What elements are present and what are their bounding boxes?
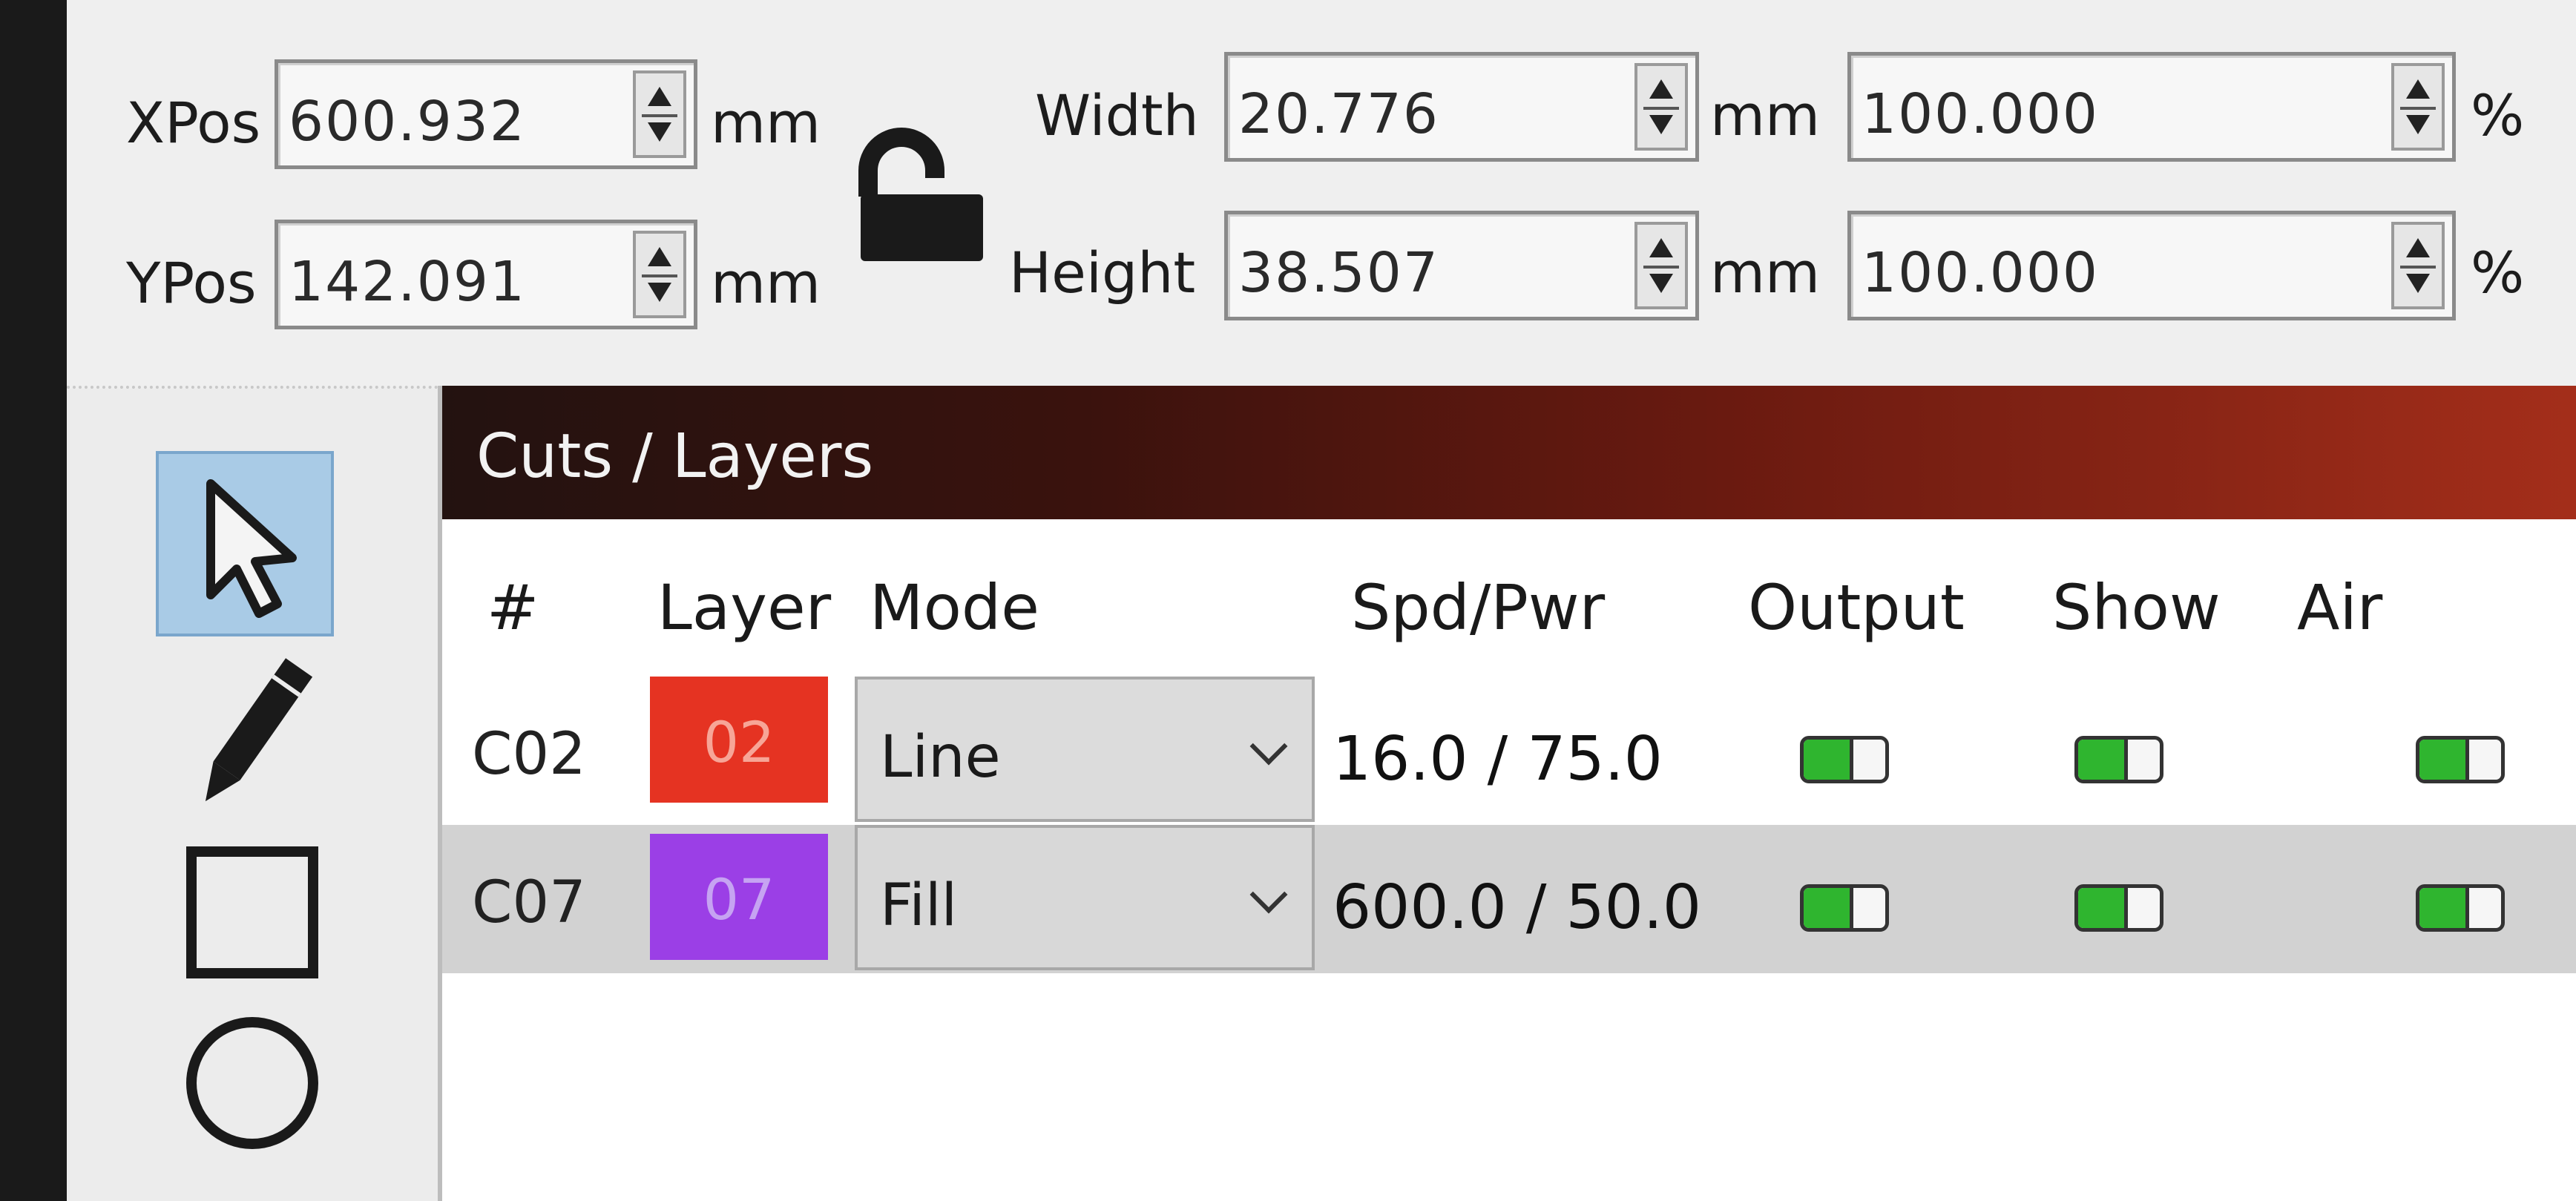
air-toggle[interactable] xyxy=(2416,736,2505,783)
mode-dropdown[interactable]: Fill xyxy=(855,825,1315,970)
unlocked-padlock-icon[interactable] xyxy=(846,126,994,267)
chevron-down-icon xyxy=(1249,727,1288,766)
xpos-value: 600.932 xyxy=(289,90,527,154)
select-tool-button[interactable] xyxy=(156,451,334,636)
width-percent-unit: % xyxy=(2471,82,2525,148)
tool-palette xyxy=(67,393,415,1201)
layer-color-swatch[interactable]: 02 xyxy=(650,677,828,803)
mode-value: Fill xyxy=(880,872,958,939)
height-percent-field[interactable]: 100.000 xyxy=(1847,211,2456,320)
column-header-output[interactable]: Output xyxy=(1748,571,1965,644)
height-spinner[interactable] xyxy=(1634,222,1688,309)
xpos-label: XPos xyxy=(126,90,261,156)
ypos-label: YPos xyxy=(126,250,257,316)
width-unit: mm xyxy=(1710,82,1821,148)
width-value: 20.776 xyxy=(1238,82,1439,146)
height-unit: mm xyxy=(1710,240,1821,306)
show-toggle[interactable] xyxy=(2074,736,2163,783)
ellipse-tool-button[interactable] xyxy=(178,1009,326,1157)
pencil-icon xyxy=(205,658,313,802)
width-spinner[interactable] xyxy=(1634,63,1688,151)
cuts-layers-panel: Cuts / Layers # Layer Mode Spd/Pwr Outpu… xyxy=(438,386,2576,1201)
xpos-field[interactable]: 600.932 xyxy=(275,59,697,169)
height-percent-unit: % xyxy=(2471,240,2525,306)
pencil-tool-button[interactable] xyxy=(178,645,326,823)
panel-title-bar: Cuts / Layers xyxy=(442,386,2576,519)
column-header-number[interactable]: # xyxy=(487,571,539,644)
ypos-spinner[interactable] xyxy=(633,231,686,318)
panel-title: Cuts / Layers xyxy=(476,421,874,492)
speed-power-value: 600.0 / 50.0 xyxy=(1333,872,1702,943)
select-arrow-icon xyxy=(206,479,297,618)
rectangle-icon xyxy=(186,846,318,978)
air-toggle[interactable] xyxy=(2416,884,2505,932)
row-id: C07 xyxy=(472,869,586,936)
numeric-edit-toolbar: XPos 600.932 mm YPos 142.091 mm Width 20… xyxy=(67,0,2576,389)
laser-software-window: XPos 600.932 mm YPos 142.091 mm Width 20… xyxy=(67,0,2576,1201)
column-header-air[interactable]: Air xyxy=(2297,571,2382,644)
column-header-mode[interactable]: Mode xyxy=(870,571,1039,644)
speed-power-value: 16.0 / 75.0 xyxy=(1333,724,1663,794)
column-header-layer[interactable]: Layer xyxy=(657,571,831,644)
rectangle-tool-button[interactable] xyxy=(178,838,326,987)
ypos-field[interactable]: 142.091 xyxy=(275,220,697,329)
output-toggle[interactable] xyxy=(1800,884,1889,932)
mode-value: Line xyxy=(880,724,1001,791)
layer-color-swatch[interactable]: 07 xyxy=(650,834,828,960)
width-percent-spinner[interactable] xyxy=(2391,63,2445,151)
column-header-spd-pwr[interactable]: Spd/Pwr xyxy=(1351,571,1605,644)
width-label: Width xyxy=(1035,82,1199,148)
column-header-show[interactable]: Show xyxy=(2052,571,2221,644)
height-percent-spinner[interactable] xyxy=(2391,222,2445,309)
xpos-spinner[interactable] xyxy=(633,70,686,158)
layer-number: 07 xyxy=(703,866,775,932)
width-percent-field[interactable]: 100.000 xyxy=(1847,52,2456,162)
chevron-down-icon xyxy=(1249,875,1288,914)
ellipse-icon xyxy=(186,1017,318,1149)
ypos-value: 142.091 xyxy=(289,250,527,314)
width-percent-value: 100.000 xyxy=(1862,82,2100,146)
table-row[interactable]: C02 02 Line 16.0 / 75.0 xyxy=(442,677,2576,825)
layer-number: 02 xyxy=(703,709,775,775)
row-id: C02 xyxy=(472,721,586,788)
xpos-unit: mm xyxy=(711,90,821,156)
table-row[interactable]: C07 07 Fill 600.0 / 50.0 xyxy=(442,825,2576,973)
height-field[interactable]: 38.507 xyxy=(1224,211,1699,320)
height-value: 38.507 xyxy=(1238,241,1439,305)
height-percent-value: 100.000 xyxy=(1862,241,2100,305)
height-label: Height xyxy=(1009,240,1196,306)
width-field[interactable]: 20.776 xyxy=(1224,52,1699,162)
mode-dropdown[interactable]: Line xyxy=(855,677,1315,822)
output-toggle[interactable] xyxy=(1800,736,1889,783)
show-toggle[interactable] xyxy=(2074,884,2163,932)
ypos-unit: mm xyxy=(711,250,821,316)
